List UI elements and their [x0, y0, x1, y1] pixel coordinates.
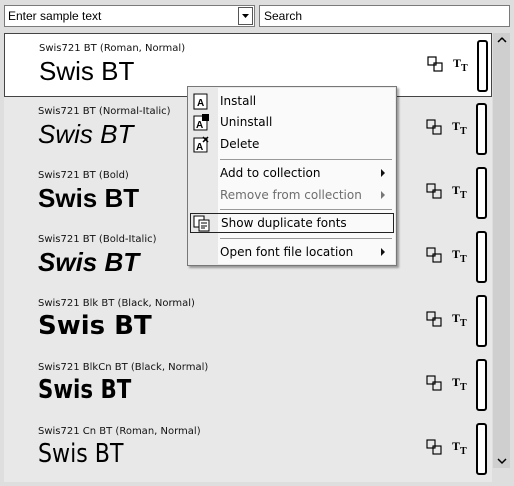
- font-sample: Swis BT: [38, 119, 134, 149]
- font-name: Swis721 BlkCn BT (Black, Normal): [38, 362, 209, 373]
- font-sample: Swis BT: [38, 311, 152, 341]
- menu-item-label: Install: [220, 94, 257, 108]
- svg-text:A: A: [196, 120, 203, 131]
- svg-text:T: T: [452, 439, 460, 453]
- font-name: Swis721 Cn BT (Roman, Normal): [38, 426, 201, 437]
- font-sample: Swis BT: [39, 56, 135, 86]
- context-menu: A Install A Uninstall A Delete Add to co…: [187, 86, 397, 266]
- svg-text:T: T: [452, 119, 460, 133]
- chevron-down-icon: [242, 14, 249, 18]
- menu-item-add-to-collection[interactable]: Add to collection: [188, 163, 395, 183]
- svg-text:T: T: [452, 183, 460, 197]
- font-size-icon[interactable]: TT: [452, 375, 472, 391]
- menu-item-label: Delete: [220, 137, 260, 151]
- svg-text:A: A: [197, 98, 204, 109]
- font-row[interactable]: Swis721 Cn BT (Roman, Normal) Swis BT TT: [4, 417, 492, 481]
- font-sample: Swis BT: [38, 183, 140, 213]
- svg-text:T: T: [461, 63, 468, 72]
- menu-item-remove-from-collection: Remove from collection: [188, 185, 395, 205]
- font-size-icon[interactable]: TT: [452, 119, 472, 135]
- duplicate-icon[interactable]: [426, 375, 442, 391]
- row-scroll-indicator: [476, 295, 487, 347]
- font-name: Swis721 BT (Roman, Normal): [39, 43, 186, 54]
- font-name: Swis721 BT (Normal-Italic): [38, 106, 171, 117]
- menu-item-uninstall[interactable]: A Uninstall: [188, 112, 395, 132]
- duplicate-icon[interactable]: [426, 247, 442, 263]
- submenu-arrow-icon: [381, 248, 385, 256]
- font-name: Swis721 BT (Bold): [38, 170, 129, 181]
- font-size-icon[interactable]: TT: [452, 247, 472, 263]
- menu-item-label: Remove from collection: [220, 188, 362, 202]
- font-size-icon[interactable]: TT: [452, 183, 472, 199]
- search-input[interactable]: [259, 5, 510, 27]
- submenu-arrow-icon: [381, 191, 385, 199]
- row-scroll-indicator: [476, 423, 487, 475]
- sample-text-combobox[interactable]: Enter sample text: [4, 5, 255, 27]
- svg-text:T: T: [460, 254, 467, 263]
- menu-item-show-duplicate-fonts[interactable]: Show duplicate fonts: [190, 213, 394, 233]
- menu-separator: [220, 238, 392, 239]
- row-scroll-indicator: [477, 40, 488, 92]
- row-scroll-indicator: [476, 103, 487, 155]
- sample-text-placeholder[interactable]: Enter sample text: [8, 9, 101, 23]
- svg-text:T: T: [460, 446, 467, 455]
- duplicate-fonts-icon: [193, 215, 210, 232]
- menu-separator: [220, 209, 392, 210]
- row-scroll-indicator: [476, 167, 487, 219]
- sample-text-dropdown-button[interactable]: [238, 7, 253, 25]
- duplicate-icon[interactable]: [426, 439, 442, 455]
- svg-text:T: T: [460, 190, 467, 199]
- menu-item-open-font-file-location[interactable]: Open font file location: [188, 242, 395, 262]
- duplicate-icon[interactable]: [427, 56, 443, 72]
- vertical-scrollbar[interactable]: [493, 33, 510, 468]
- font-sample: Swis BT: [38, 439, 124, 469]
- font-row[interactable]: Swis721 Blk BT (Black, Normal) Swis BT T…: [4, 289, 492, 353]
- delete-icon: A: [193, 136, 209, 153]
- menu-item-delete[interactable]: A Delete: [188, 134, 395, 154]
- svg-text:A: A: [196, 142, 203, 153]
- row-scroll-indicator: [476, 231, 487, 283]
- svg-text:T: T: [452, 247, 460, 261]
- menu-item-label: Open font file location: [220, 245, 354, 259]
- toolbar: Enter sample text: [0, 0, 514, 32]
- uninstall-icon: A: [193, 114, 209, 131]
- svg-text:T: T: [452, 375, 460, 389]
- menu-item-label: Uninstall: [220, 115, 273, 129]
- duplicate-icon[interactable]: [426, 119, 442, 135]
- svg-text:T: T: [460, 382, 467, 391]
- duplicate-icon[interactable]: [426, 183, 442, 199]
- install-icon: A: [193, 93, 208, 110]
- svg-text:T: T: [453, 56, 461, 70]
- menu-separator: [220, 159, 392, 160]
- font-size-icon[interactable]: TT: [452, 439, 472, 455]
- scroll-up-arrow-icon[interactable]: [497, 36, 507, 44]
- font-row[interactable]: Swis721 BlkCn BT (Black, Normal) Swis BT…: [4, 353, 492, 417]
- font-sample: Swis BT: [38, 247, 140, 277]
- svg-text:T: T: [460, 126, 467, 135]
- row-scroll-indicator: [476, 359, 487, 411]
- svg-text:T: T: [452, 311, 460, 325]
- font-name: Swis721 Blk BT (Black, Normal): [38, 298, 195, 309]
- font-size-icon[interactable]: TT: [452, 311, 472, 327]
- duplicate-icon[interactable]: [426, 311, 442, 327]
- scroll-down-arrow-icon[interactable]: [497, 457, 507, 465]
- menu-item-label: Add to collection: [220, 166, 321, 180]
- menu-item-install[interactable]: A Install: [188, 91, 395, 111]
- font-size-icon[interactable]: TT: [453, 56, 473, 72]
- menu-item-label: Show duplicate fonts: [221, 216, 347, 230]
- font-sample: Swis BT: [38, 375, 132, 405]
- svg-text:T: T: [460, 318, 467, 327]
- font-name: Swis721 BT (Bold-Italic): [38, 234, 157, 245]
- submenu-arrow-icon: [381, 169, 385, 177]
